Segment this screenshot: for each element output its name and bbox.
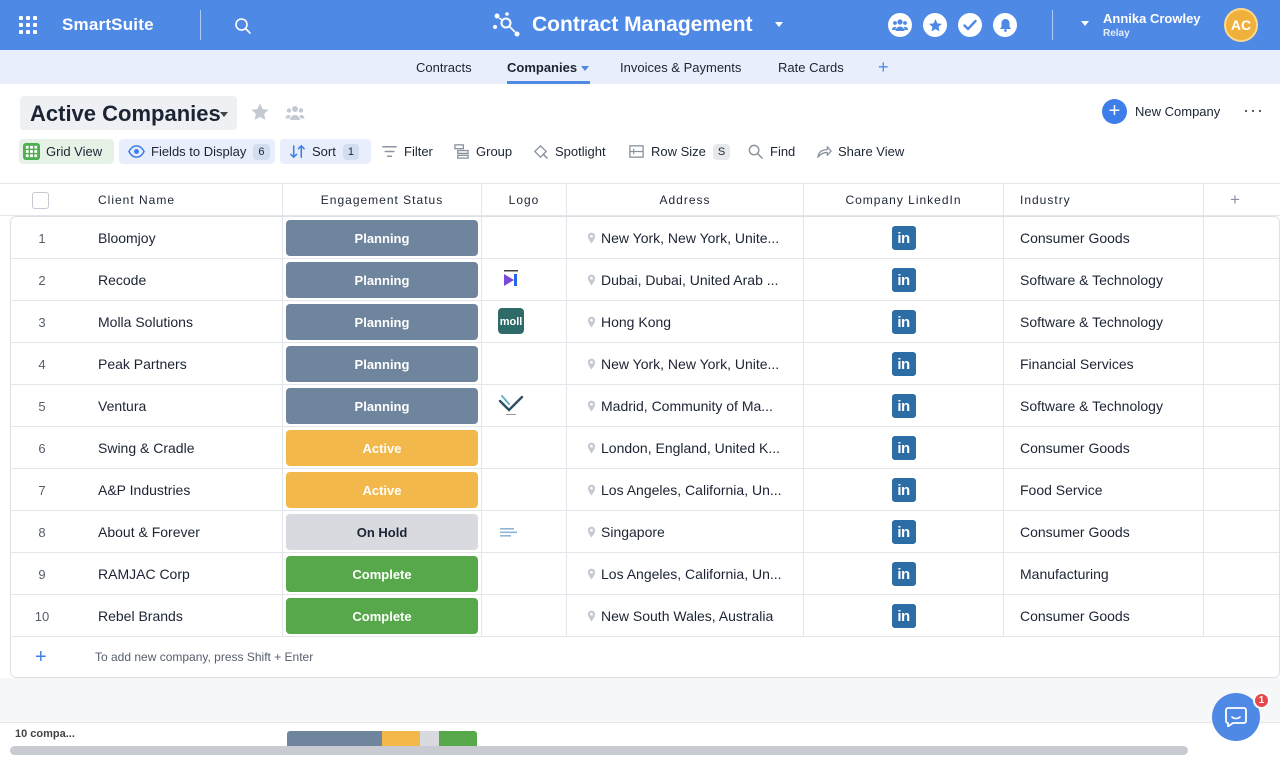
user-name[interactable]: Annika Crowley (1103, 11, 1201, 26)
column-header-client-name[interactable]: Client Name (88, 184, 283, 216)
share-view-button[interactable]: Share View (815, 139, 904, 164)
share-view-label: Share View (838, 144, 905, 159)
divider (1052, 10, 1053, 40)
group-label: Group (476, 144, 513, 159)
chevron-down-icon[interactable] (581, 66, 590, 72)
check-icon (963, 19, 977, 31)
column-header-company-linkedin[interactable]: Company LinkedIn (804, 184, 1004, 216)
table-header: Client Name Engagement Status Logo Addre… (0, 183, 1280, 216)
user-menu-chevron-icon[interactable] (1081, 21, 1089, 26)
row-size-icon (629, 145, 644, 158)
spotlight-button[interactable]: Spotlight (532, 139, 606, 164)
sort-count-badge: 1 (342, 143, 359, 160)
fields-count-badge: 6 (253, 143, 270, 160)
tab-invoices-payments[interactable]: Invoices & Payments (620, 60, 741, 75)
sort-button[interactable]: Sort 1 (280, 139, 371, 164)
find-button[interactable]: Find (747, 139, 795, 164)
add-row-hint: To add new company, press Shift + Enter (95, 650, 314, 664)
group-icon (454, 144, 469, 159)
sort-label: Sort (312, 144, 336, 159)
row-size-label: Row Size (651, 144, 706, 159)
group-button[interactable]: Group (453, 139, 512, 164)
grid-view-label: Grid View (46, 144, 103, 159)
view-selector[interactable]: Active Companies (20, 96, 237, 130)
fields-to-display-button[interactable]: Fields to Display 6 (119, 139, 275, 164)
tab-companies[interactable]: Companies (507, 60, 590, 75)
filter-button[interactable]: Filter (381, 139, 433, 164)
contract-app-icon (493, 12, 520, 37)
apps-grid-icon[interactable] (19, 16, 37, 34)
grid-view-button[interactable]: Grid View (19, 139, 114, 164)
user-org: Relay (1103, 28, 1130, 39)
bell-icon (999, 19, 1011, 32)
sort-icon (290, 144, 305, 159)
select-all-checkbox[interactable] (32, 192, 49, 209)
spotlight-icon (533, 144, 548, 159)
add-column-button[interactable]: + (1230, 190, 1240, 210)
filter-icon (382, 146, 397, 157)
notifications-button[interactable] (993, 13, 1017, 37)
more-options-icon[interactable]: ··· (1243, 100, 1264, 121)
solution-tabs: Contracts Companies Invoices & Payments … (0, 50, 1280, 84)
people-icon[interactable] (285, 103, 305, 123)
select-all-cell (0, 184, 88, 216)
search-icon[interactable] (234, 17, 252, 35)
new-company-plus-icon[interactable]: + (1102, 99, 1127, 124)
star-icon[interactable] (250, 102, 270, 122)
chat-icon (1225, 707, 1247, 727)
chat-notification-badge: 1 (1253, 692, 1270, 709)
column-header-engagement-status[interactable]: Engagement Status (283, 184, 482, 216)
horizontal-scrollbar[interactable] (10, 746, 1188, 755)
grid-view-icon (23, 143, 40, 160)
filter-label: Filter (404, 144, 433, 159)
page-title: Active Companies (30, 101, 221, 126)
tab-rate-cards[interactable]: Rate Cards (778, 60, 844, 75)
add-row-plus-icon[interactable]: + (35, 646, 47, 669)
eye-icon (128, 145, 145, 158)
row-size-badge: S (712, 143, 731, 160)
fields-label: Fields to Display (151, 144, 247, 159)
tab-label: Companies (507, 60, 578, 75)
brand-name[interactable]: SmartSuite (62, 15, 154, 35)
spotlight-label: Spotlight (555, 144, 606, 159)
divider (200, 10, 201, 40)
record-count: 10 compa... (15, 728, 75, 740)
add-tab-button[interactable]: + (878, 57, 889, 78)
top-bar: SmartSuite Contract Management Annika Cr… (0, 0, 1280, 50)
column-header-industry[interactable]: Industry (1004, 184, 1204, 216)
share-icon (817, 146, 832, 158)
row-size-button[interactable]: Row Size S (628, 139, 731, 164)
column-header-logo[interactable]: Logo (482, 184, 567, 216)
search-icon (748, 144, 763, 159)
column-header-address[interactable]: Address (567, 184, 804, 216)
find-label: Find (770, 144, 796, 159)
app-menu-chevron-icon[interactable] (775, 22, 783, 27)
star-icon (928, 18, 942, 31)
avatar[interactable]: AC (1224, 8, 1258, 42)
chevron-down-icon[interactable] (220, 112, 228, 117)
favorites-button[interactable] (923, 13, 947, 37)
tab-contracts[interactable]: Contracts (416, 60, 472, 75)
team-icon (892, 19, 908, 31)
new-company-button[interactable]: New Company (1135, 104, 1220, 119)
tasks-button[interactable] (958, 13, 982, 37)
app-title[interactable]: Contract Management (532, 13, 753, 37)
table-frame (10, 216, 1280, 678)
team-button[interactable] (888, 13, 912, 37)
active-tab-indicator (507, 81, 590, 84)
add-row[interactable]: + To add new company, press Shift + Ente… (10, 636, 1280, 678)
